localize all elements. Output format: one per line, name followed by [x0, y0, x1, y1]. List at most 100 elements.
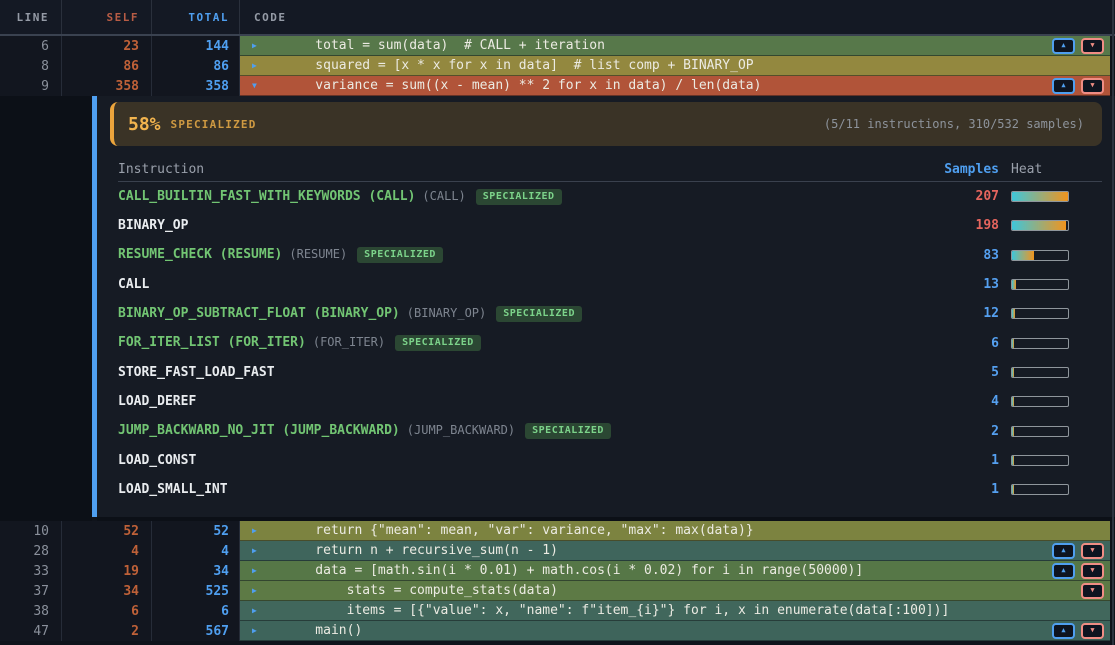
heat-bar-fill	[1012, 485, 1014, 494]
expand-arrow-icon[interactable]: ▶	[252, 606, 264, 615]
line-number-cell: 9	[0, 76, 62, 96]
code-row-line-47: 472567▶ main()▲▼	[0, 621, 1115, 641]
line-number-cell: 33	[0, 561, 62, 581]
instruction-row: BINARY_OP_SUBTRACT_FLOAT (BINARY_OP) (BIN…	[118, 299, 1102, 328]
instruction-opcode-label: BINARY_OP	[118, 218, 188, 233]
heat-bar	[1011, 279, 1069, 290]
code-cell[interactable]: ▶ main()▲▼	[240, 621, 1110, 641]
panel-body: 58% SPECIALIZED (5/11 instructions, 310/…	[97, 96, 1115, 521]
instruction-name: LOAD_CONST	[118, 453, 927, 468]
instruction-row: LOAD_DEREF4	[118, 387, 1102, 416]
total-samples-cell: 34	[152, 561, 240, 581]
specialized-badge: SPECIALIZED	[525, 423, 611, 439]
jump-down-button[interactable]: ▼	[1081, 38, 1104, 54]
header-code-column: CODE	[240, 0, 1115, 34]
self-samples-cell: 4	[62, 541, 152, 561]
heat-bar	[1011, 396, 1069, 407]
specialized-badge: SPECIALIZED	[496, 306, 582, 322]
header-instruction: Instruction	[118, 162, 927, 177]
heat-bar-fill	[1012, 221, 1066, 230]
total-samples-cell: 525	[152, 581, 240, 601]
expand-arrow-icon[interactable]: ▶	[252, 526, 264, 535]
jump-down-button[interactable]: ▼	[1081, 78, 1104, 94]
specialized-label: SPECIALIZED	[171, 118, 257, 131]
code-cell[interactable]: ▶ data = [math.sin(i * 0.01) + math.cos(…	[240, 561, 1110, 581]
jump-up-button[interactable]: ▲	[1052, 38, 1075, 54]
expand-arrow-icon[interactable]: ▶	[252, 586, 264, 595]
samples-count: 83	[927, 248, 999, 263]
instruction-name: STORE_FAST_LOAD_FAST	[118, 365, 927, 380]
expand-arrow-icon[interactable]: ▶	[252, 626, 264, 635]
specialized-badge: SPECIALIZED	[357, 247, 443, 263]
code-cell[interactable]: ▶ total = sum(data) # CALL + iteration▲▼	[240, 36, 1110, 56]
instruction-rows: CALL_BUILTIN_FAST_WITH_KEYWORDS (CALL) (C…	[118, 182, 1102, 504]
code-cell[interactable]: ▶ squared = [x * x for x in data] # list…	[240, 56, 1110, 76]
jump-down-button[interactable]: ▼	[1081, 583, 1104, 599]
jump-up-button[interactable]: ▲	[1052, 78, 1075, 94]
samples-count: 6	[927, 336, 999, 351]
samples-count: 2	[927, 424, 999, 439]
source-code-text: return n + recursive_sum(n - 1)	[284, 543, 558, 558]
code-rows-top: 623144▶ total = sum(data) # CALL + itera…	[0, 36, 1115, 96]
jump-down-button[interactable]: ▼	[1081, 623, 1104, 639]
instruction-name: BINARY_OP_SUBTRACT_FLOAT (BINARY_OP) (BIN…	[118, 306, 927, 322]
expand-arrow-icon[interactable]: ▶	[252, 546, 264, 555]
samples-count: 13	[927, 277, 999, 292]
total-samples-cell: 567	[152, 621, 240, 641]
jump-down-button[interactable]: ▼	[1081, 543, 1104, 559]
jump-up-button[interactable]: ▲	[1052, 543, 1075, 559]
vertical-scrollbar[interactable]	[1112, 0, 1114, 645]
instruction-sample-note: (5/11 instructions, 310/532 samples)	[824, 117, 1084, 131]
expand-arrow-icon[interactable]: ▶	[252, 566, 264, 575]
line-number-cell: 37	[0, 581, 62, 601]
total-samples-cell: 4	[152, 541, 240, 561]
instruction-opcode-label: BINARY_OP_SUBTRACT_FLOAT (BINARY_OP)	[118, 306, 400, 321]
expand-arrow-icon[interactable]: ▶	[252, 41, 264, 50]
code-cell[interactable]: ▶ items = [{"value": x, "name": f"item_{…	[240, 601, 1110, 621]
total-samples-cell: 358	[152, 76, 240, 96]
code-row-line-38: 3866▶ items = [{"value": x, "name": f"it…	[0, 601, 1115, 621]
heat-bar	[1011, 191, 1069, 202]
instruction-opcode-label: JUMP_BACKWARD_NO_JIT (JUMP_BACKWARD)	[118, 423, 400, 438]
self-samples-cell: 6	[62, 601, 152, 621]
code-row-line-10: 105252▶ return {"mean": mean, "var": var…	[0, 521, 1115, 541]
base-opcode-label: (CALL)	[422, 189, 465, 203]
self-samples-cell: 23	[62, 36, 152, 56]
specialized-percent: 58%	[128, 114, 161, 135]
jump-up-button[interactable]: ▲	[1052, 563, 1075, 579]
total-samples-cell: 6	[152, 601, 240, 621]
code-cell[interactable]: ▶ return n + recursive_sum(n - 1) ▲ ▼	[240, 541, 1110, 561]
code-cell[interactable]: ▶ stats = compute_stats(data)▼	[240, 581, 1110, 601]
code-cell[interactable]: ▼ variance = sum((x - mean) ** 2 for x i…	[240, 76, 1110, 96]
source-code-text: items = [{"value": x, "name": f"item_{i}…	[284, 603, 949, 618]
expand-arrow-icon[interactable]: ▶	[252, 61, 264, 70]
self-samples-cell: 19	[62, 561, 152, 581]
instruction-opcode-label: CALL_BUILTIN_FAST_WITH_KEYWORDS (CALL)	[118, 189, 415, 204]
samples-count: 1	[927, 482, 999, 497]
heat-bar	[1011, 455, 1069, 466]
heat-bar	[1011, 220, 1069, 231]
instruction-opcode-label: CALL	[118, 277, 149, 292]
collapse-arrow-icon[interactable]: ▼	[252, 81, 264, 90]
line-number-cell: 38	[0, 601, 62, 621]
instruction-table: Instruction Samples Heat CALL_BUILTIN_FA…	[118, 158, 1102, 504]
line-number-cell: 6	[0, 36, 62, 56]
base-opcode-label: (FOR_ITER)	[313, 335, 385, 349]
jump-down-button[interactable]: ▼	[1081, 563, 1104, 579]
row-nav-buttons: ▲▼	[1052, 78, 1104, 94]
source-code-text: variance = sum((x - mean) ** 2 for x in …	[284, 78, 761, 93]
header-heat: Heat	[1011, 162, 1069, 177]
heat-bar	[1011, 426, 1069, 437]
instruction-opcode-label: LOAD_CONST	[118, 453, 196, 468]
instruction-name: LOAD_DEREF	[118, 394, 927, 409]
samples-count: 5	[927, 365, 999, 380]
base-opcode-label: (BINARY_OP)	[407, 306, 486, 320]
row-nav-buttons: ▲▼	[1052, 623, 1104, 639]
table-header: LINE SELF TOTAL CODE	[0, 0, 1115, 36]
code-row-line-8: 88686▶ squared = [x * x for x in data] #…	[0, 56, 1115, 76]
instruction-opcode-label: RESUME_CHECK (RESUME)	[118, 247, 282, 262]
jump-up-button[interactable]: ▲	[1052, 623, 1075, 639]
total-samples-cell: 86	[152, 56, 240, 76]
instruction-name: RESUME_CHECK (RESUME)(RESUME)SPECIALIZED	[118, 247, 927, 263]
code-cell[interactable]: ▶ return {"mean": mean, "var": variance,…	[240, 521, 1110, 541]
